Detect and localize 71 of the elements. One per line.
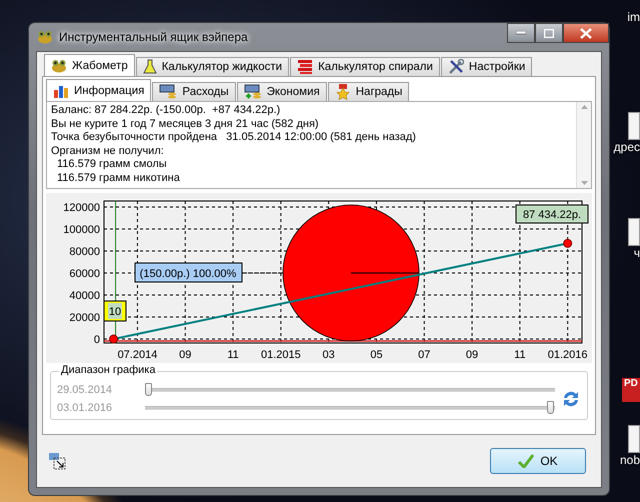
x-tick-label: 07 [418,349,430,361]
x-tick-label: 07.2014 [118,349,158,361]
group-title: Диапазон графика [59,364,158,376]
tab[interactable]: Расходы [152,82,236,101]
x-tick-label: 11 [227,349,239,361]
tab[interactable]: Награды [328,82,410,101]
y-tick-label: 100000 [63,224,100,236]
x-tick-label: 09 [466,349,478,361]
tab[interactable]: Настройки [440,57,532,76]
y-tick-label: 20000 [69,312,100,324]
close-button[interactable] [563,23,609,43]
frog-icon [51,58,67,72]
ok-button[interactable]: OK [490,448,586,474]
tab[interactable]: Экономия [236,82,327,101]
refresh-icon[interactable] [561,389,581,409]
close-icon [580,28,592,38]
y-tick-label: 120000 [63,202,100,214]
info-line: Баланс: 87 284.22р. (-150.00р. +87 434.22р.) [51,104,280,118]
x-tick-label: 05 [370,349,383,361]
info-line: 116.579 грамм смолы [57,158,167,172]
pie-label: (150.00р.) 100.00% [134,262,242,282]
minimize-button[interactable] [507,23,535,43]
marker-label: 10 [104,300,126,322]
slider-thumb[interactable] [547,401,554,414]
money-plus-icon [244,84,262,100]
desktop-icon-label[interactable]: дрес [614,140,640,154]
x-tick-label: 11 [514,349,526,361]
info-line: Точка безубыточности пройдена 31.05.2014 12:00:00 (581 день назад) [51,131,416,145]
document-icon[interactable] [628,425,640,453]
scrollbar[interactable] [576,102,591,188]
date-label: 29.05.2014 [57,384,114,396]
data-point [563,238,572,248]
x-tick-label: 03 [322,349,335,361]
x-tick-label: 09 [179,349,192,361]
slider-thumb[interactable] [145,383,152,396]
x-tick-label: 01.2016 [548,349,588,361]
window-title: Инструментальный ящик вэйпера [59,30,248,44]
document-icon[interactable] [628,218,640,246]
document-icon[interactable] [628,112,640,140]
pdf-file-icon[interactable]: PD [622,378,640,402]
tab[interactable]: Информация [46,79,152,101]
y-tick-label: 80000 [69,246,100,258]
minimize-icon [516,31,526,35]
y-tick-label: 40000 [69,290,100,302]
date-label: 03.01.2016 [57,402,114,414]
y-tick-label: 0 [94,334,100,346]
desktop-icon-label[interactable]: im [627,10,640,24]
flask-icon [142,59,157,75]
scroll-down-icon[interactable] [580,181,588,185]
tab[interactable]: Калькулятор спирали [290,57,440,76]
tab[interactable]: Жабометр [44,54,135,76]
desktop-icon-label[interactable]: nob [620,453,640,467]
info-line: Вы не курите 1 год 7 месяцев 3 дня 21 час (582 дня) [51,118,319,132]
x-tick-label: 01.2015 [260,349,301,361]
medal-icon [334,84,351,100]
check-icon [518,454,534,468]
data-point [109,334,118,344]
info-line: 116.579 грамм никотина [57,172,180,186]
desktop-icon-label[interactable]: ч [634,246,640,260]
tools-icon [448,59,464,75]
frog-icon [37,30,53,44]
tab[interactable]: Калькулятор жидкости [136,57,290,76]
maximize-button[interactable] [535,23,563,43]
info-line: Организм не получил: [51,144,164,158]
coil-icon [297,59,314,75]
y-tick-label: 60000 [69,268,100,280]
money-icon [159,84,178,100]
end-value-label: 87 434.22р. [516,204,588,224]
resize-icon[interactable] [48,452,66,470]
maximize-icon [544,28,554,38]
scroll-up-icon[interactable] [580,105,588,109]
